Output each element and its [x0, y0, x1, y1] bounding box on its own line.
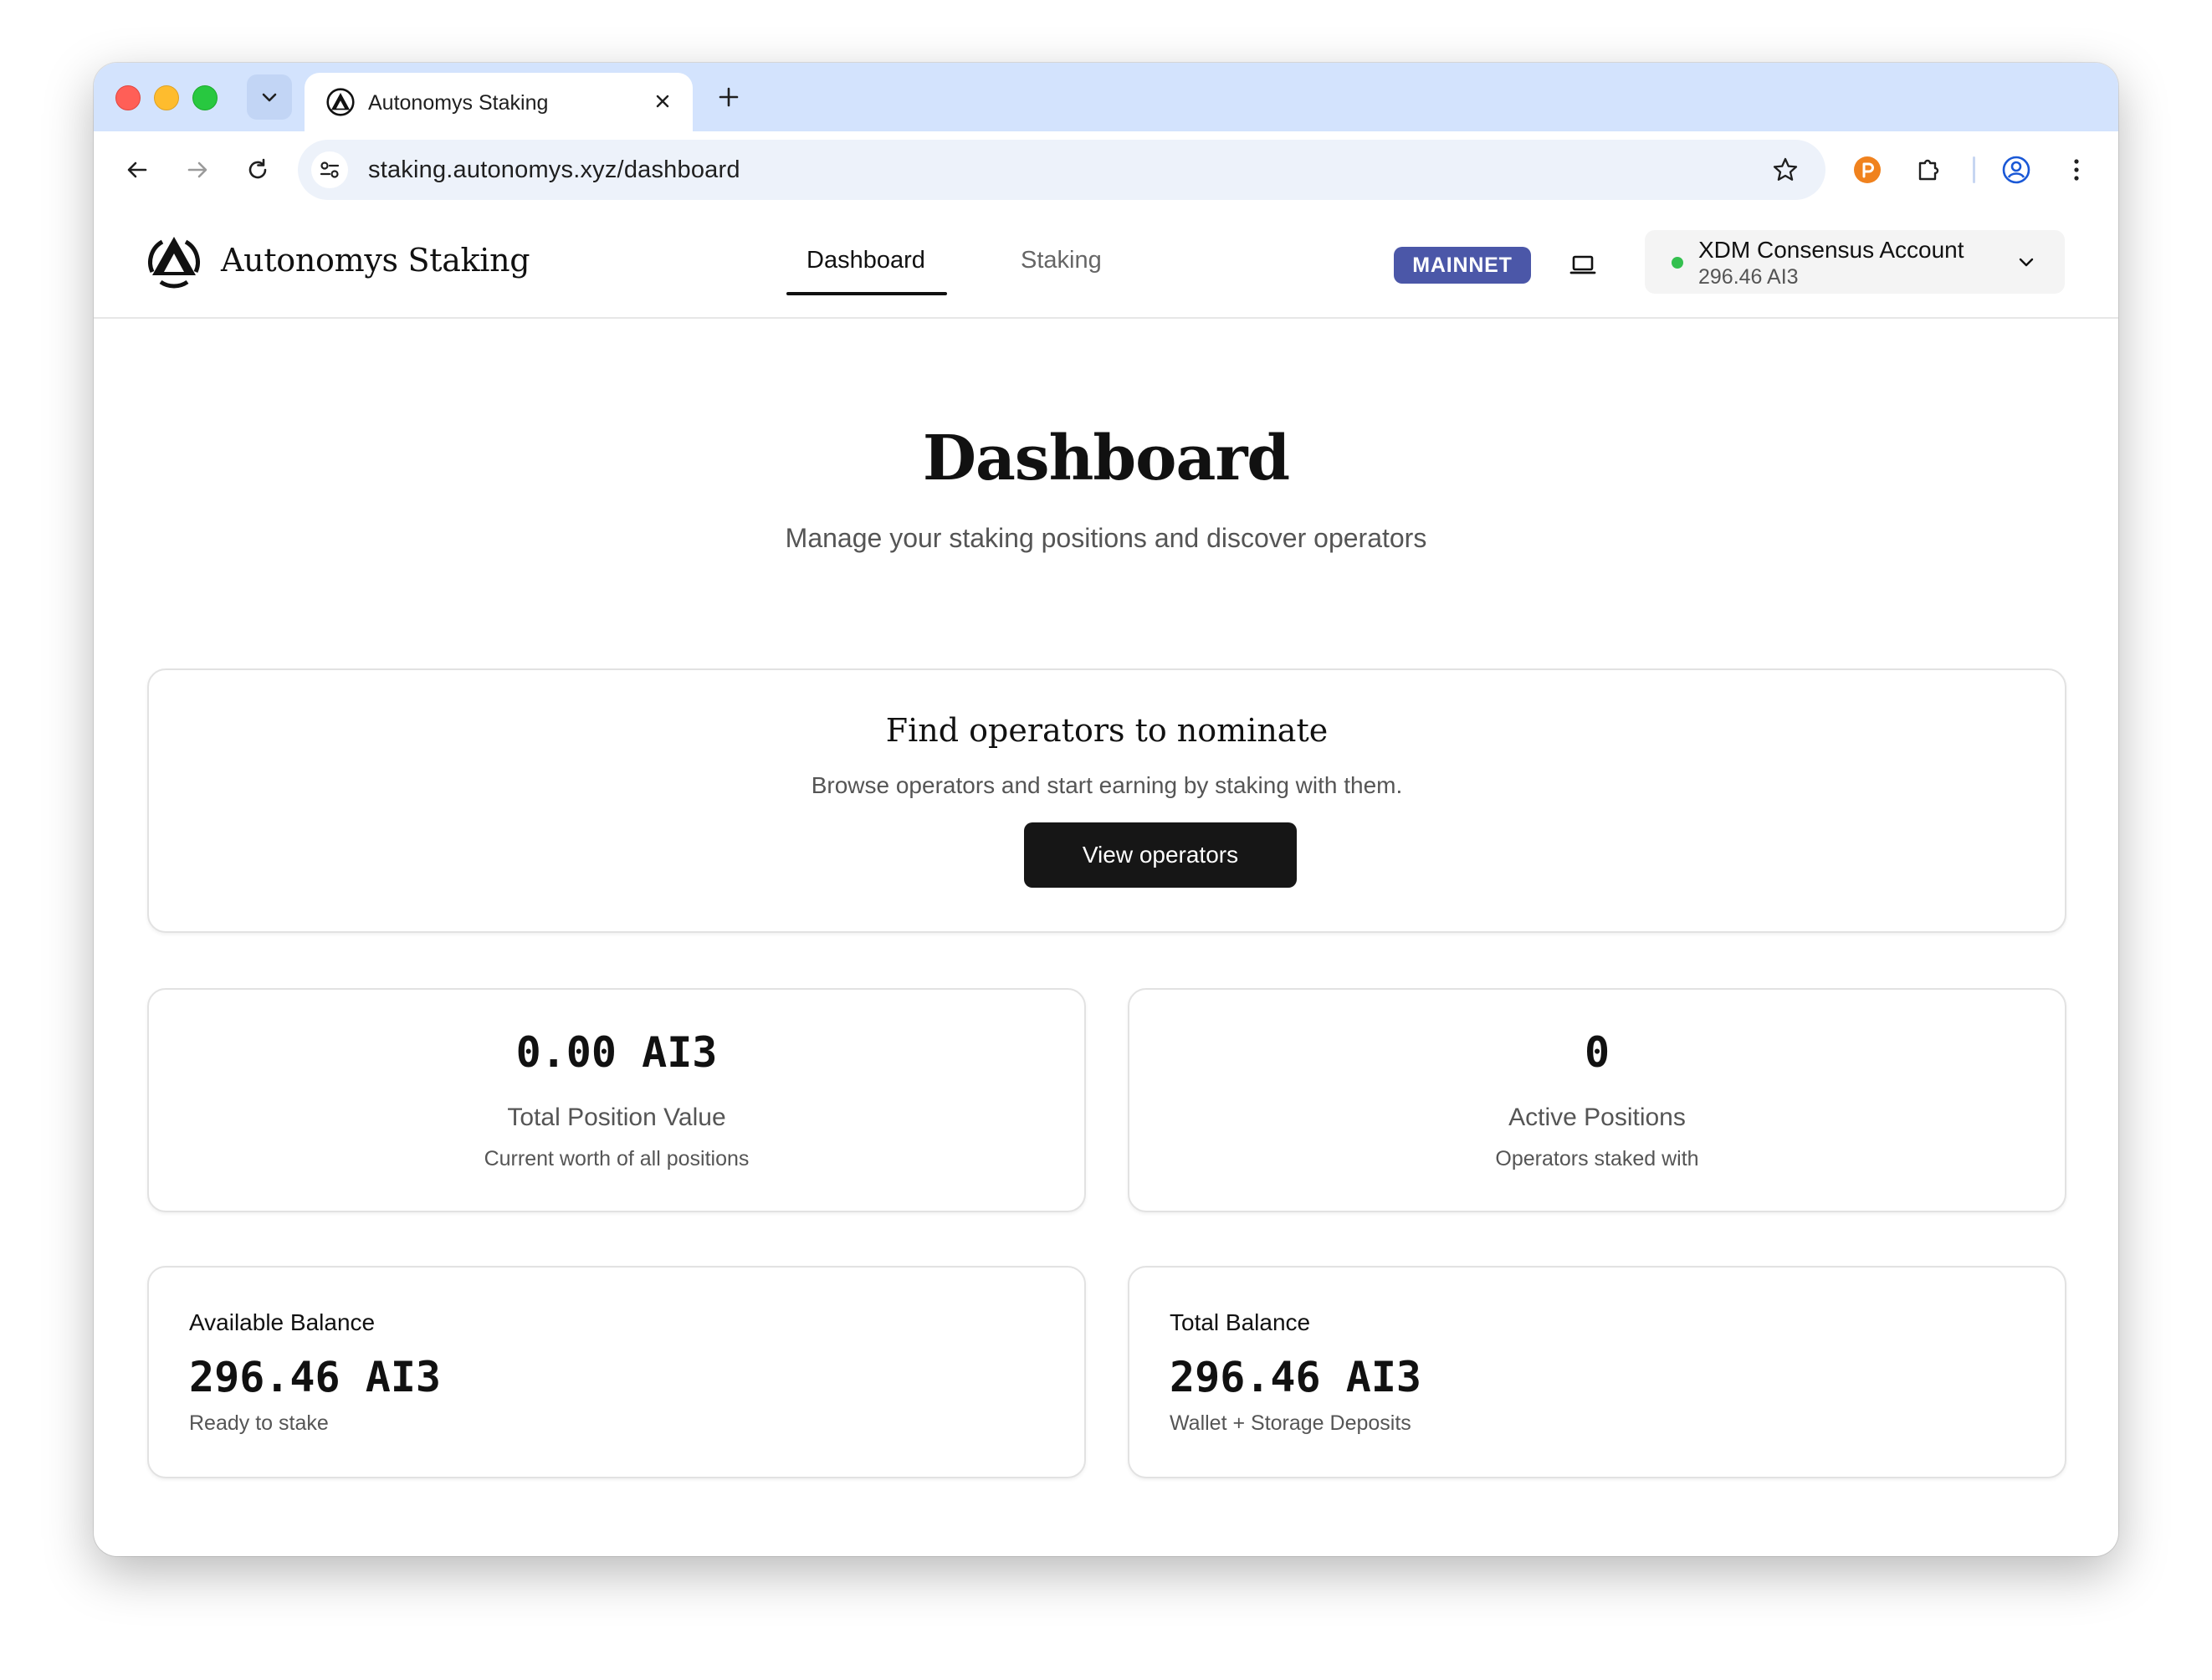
total-position-value-card: 0.00 AI3 Total Position Value Current wo… — [147, 988, 1086, 1212]
close-window-button[interactable] — [115, 85, 141, 110]
balance-title: Total Balance — [1170, 1309, 1311, 1335]
back-icon — [127, 161, 147, 178]
page-title: Dashboard — [922, 423, 1290, 494]
toolbar-divider — [1973, 156, 1975, 183]
site-info-button[interactable] — [311, 151, 348, 188]
stat-label: Active Positions — [1508, 1104, 1686, 1131]
stat-description: Current worth of all positions — [484, 1147, 750, 1170]
balance-subtitle: Ready to stake — [189, 1411, 329, 1435]
browser-menu-button[interactable] — [2056, 150, 2097, 190]
stat-description: Operators staked with — [1495, 1147, 1699, 1170]
url-text[interactable]: staking.autonomys.xyz/dashboard — [368, 156, 740, 184]
account-name: XDM Consensus Account — [1698, 237, 1964, 263]
cta-description: Browse operators and start earning by st… — [811, 772, 1403, 798]
tune-icon — [320, 161, 340, 178]
cta-title: Find operators to nominate — [885, 712, 1329, 749]
balance-value: 296.46 AI3 — [1170, 1353, 1422, 1401]
extension-button[interactable] — [1847, 150, 1887, 190]
stat-value: 0.00 AI3 — [515, 1028, 718, 1077]
autonomys-logo-icon[interactable] — [146, 233, 202, 290]
display-mode-button[interactable] — [1568, 250, 1598, 280]
autonomys-logo-icon — [326, 88, 355, 116]
browser-tab[interactable]: Autonomys Staking — [305, 73, 693, 131]
balance-subtitle: Wallet + Storage Deposits — [1170, 1411, 1411, 1435]
nav-tab-dashboard[interactable]: Dashboard — [806, 247, 925, 274]
browser-window: Autonomys Staking staking.autonomys.xyz/… — [94, 63, 2118, 1556]
account-balance: 296.46 AI3 — [1698, 265, 1799, 289]
tab-search-icon — [262, 93, 277, 102]
stat-value: 0 — [1584, 1028, 1610, 1077]
available-balance-card: Available Balance 296.46 AI3 Ready to st… — [147, 1266, 1086, 1478]
address-bar[interactable]: staking.autonomys.xyz/dashboard — [298, 140, 1825, 200]
close-tab-button[interactable] — [649, 88, 676, 115]
tab-search-button[interactable] — [247, 74, 292, 120]
more-icon — [2074, 159, 2079, 181]
nav-active-indicator — [786, 292, 947, 295]
reload-icon — [248, 158, 267, 179]
profile-button[interactable] — [1996, 150, 2036, 190]
balance-value: 296.46 AI3 — [189, 1353, 442, 1401]
forward-button[interactable] — [177, 150, 218, 190]
network-badge[interactable]: MAINNET — [1394, 247, 1531, 284]
profile-icon — [2002, 156, 2030, 184]
account-selector[interactable]: XDM Consensus Account 296.46 AI3 — [1645, 230, 2065, 294]
account-dropdown-toggle[interactable] — [2013, 248, 2040, 275]
balance-title: Available Balance — [189, 1309, 376, 1335]
browser-toolbar: staking.autonomys.xyz/dashboard — [94, 131, 2118, 209]
laptop-icon — [1569, 255, 1596, 274]
site-header: Autonomys Staking Dashboard Staking MAIN… — [94, 208, 2118, 319]
stat-label: Total Position Value — [507, 1104, 726, 1131]
nav-tab-staking[interactable]: Staking — [1021, 247, 1102, 274]
brand-name[interactable]: Autonomys Staking — [221, 242, 530, 279]
star-icon — [1773, 157, 1798, 181]
minimize-window-button[interactable] — [154, 85, 179, 110]
connection-status-indicator — [1672, 257, 1683, 269]
maximize-window-button[interactable] — [192, 85, 218, 110]
forward-icon — [187, 161, 207, 178]
total-balance-card: Total Balance 296.46 AI3 Wallet + Storag… — [1128, 1266, 2066, 1478]
extension-icon — [1854, 156, 1881, 183]
close-icon — [656, 95, 669, 108]
page-subtitle: Manage your staking positions and discov… — [785, 523, 1427, 553]
new-tab-button[interactable] — [711, 79, 746, 115]
view-operators-button[interactable]: View operators — [1024, 822, 1297, 888]
tab-strip: Autonomys Staking — [94, 63, 2118, 131]
bookmark-button[interactable] — [1769, 153, 1802, 187]
back-button[interactable] — [117, 150, 157, 190]
tab-title: Autonomys Staking — [368, 91, 549, 115]
active-positions-card: 0 Active Positions Operators staked with — [1128, 988, 2066, 1212]
chevron-down-icon — [2019, 258, 2034, 267]
reload-button[interactable] — [238, 150, 278, 190]
puzzle-icon — [1918, 159, 1939, 181]
find-operators-card: Find operators to nominate Browse operat… — [147, 668, 2066, 933]
plus-icon — [719, 87, 739, 107]
extensions-menu-button[interactable] — [1909, 150, 1949, 190]
